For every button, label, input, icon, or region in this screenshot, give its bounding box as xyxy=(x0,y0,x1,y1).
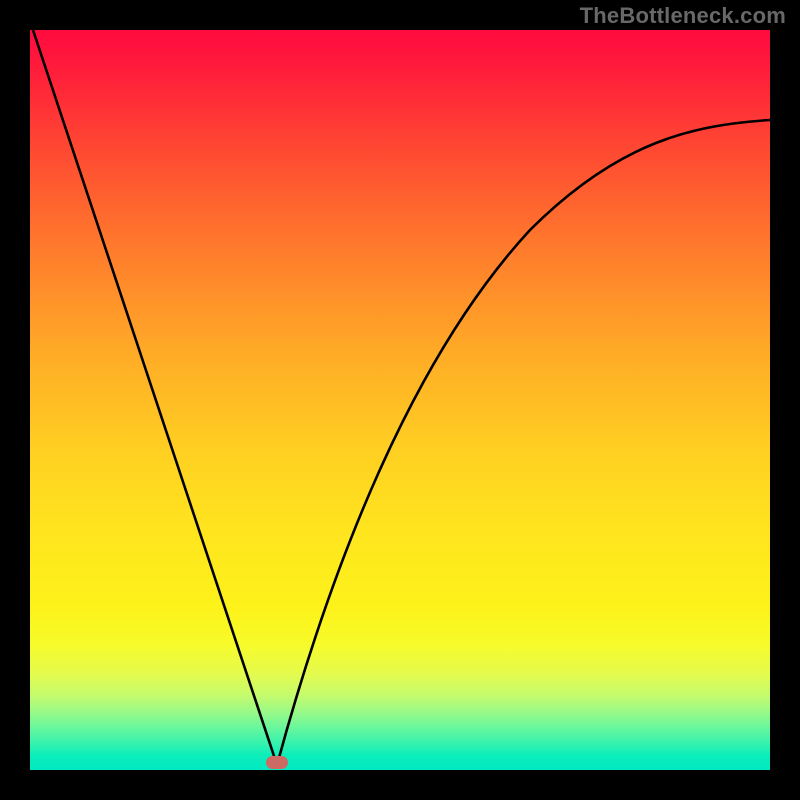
watermark-text: TheBottleneck.com xyxy=(580,3,786,29)
minimum-marker xyxy=(266,756,288,769)
bottleneck-curve xyxy=(30,30,770,770)
curve-right-branch xyxy=(277,120,770,765)
plot-area xyxy=(30,30,770,770)
chart-frame: TheBottleneck.com xyxy=(0,0,800,800)
curve-left-branch xyxy=(33,30,277,765)
